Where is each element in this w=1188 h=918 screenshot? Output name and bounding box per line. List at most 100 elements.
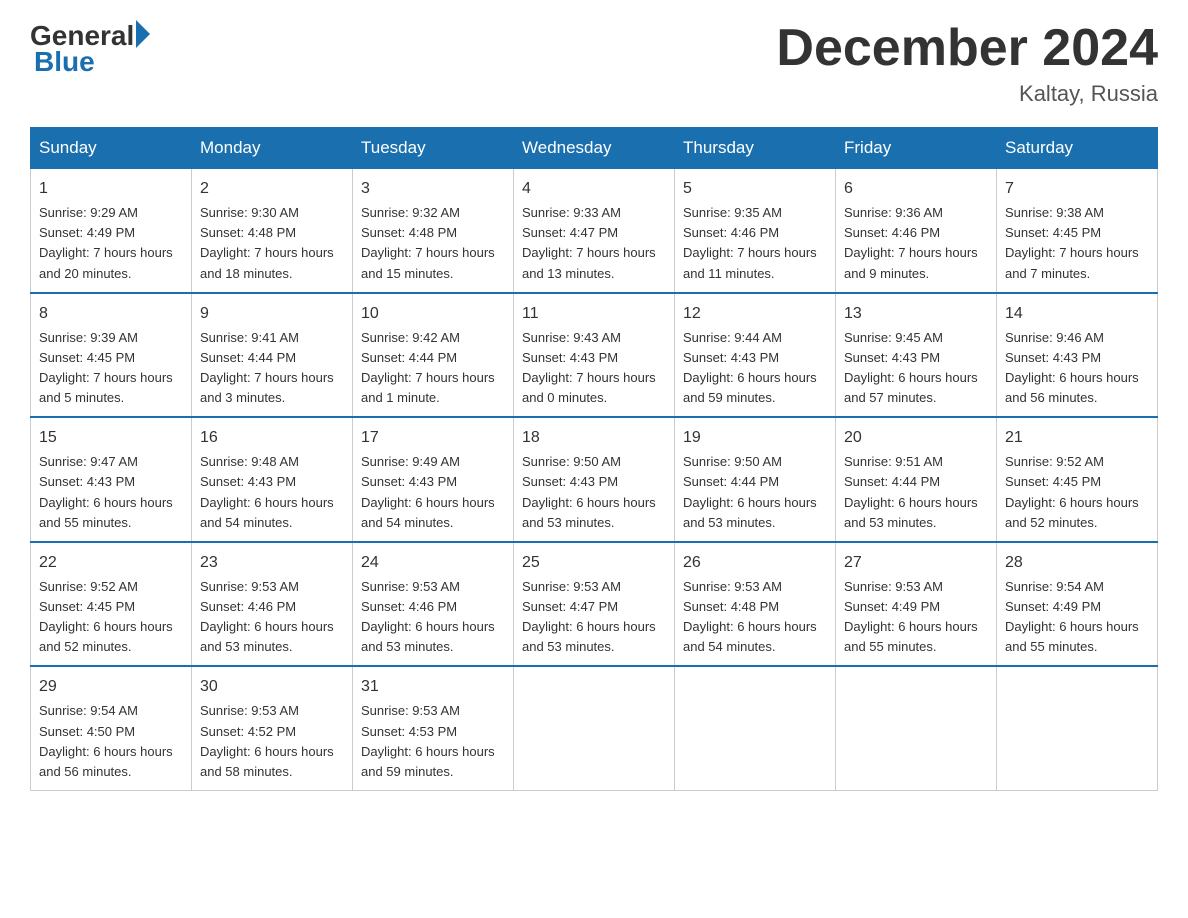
day-number: 27 (844, 551, 988, 575)
day-number: 28 (1005, 551, 1149, 575)
day-info: Sunrise: 9:43 AMSunset: 4:43 PMDaylight:… (522, 328, 666, 409)
calendar-cell: 7Sunrise: 9:38 AMSunset: 4:45 PMDaylight… (997, 169, 1158, 293)
day-info: Sunrise: 9:44 AMSunset: 4:43 PMDaylight:… (683, 328, 827, 409)
calendar-cell (997, 666, 1158, 790)
day-info: Sunrise: 9:52 AMSunset: 4:45 PMDaylight:… (1005, 452, 1149, 533)
day-number: 15 (39, 426, 183, 450)
day-number: 22 (39, 551, 183, 575)
calendar-cell: 18Sunrise: 9:50 AMSunset: 4:43 PMDayligh… (514, 417, 675, 542)
day-info: Sunrise: 9:38 AMSunset: 4:45 PMDaylight:… (1005, 203, 1149, 284)
day-number: 12 (683, 302, 827, 326)
calendar-cell (675, 666, 836, 790)
calendar-cell: 19Sunrise: 9:50 AMSunset: 4:44 PMDayligh… (675, 417, 836, 542)
calendar-cell: 17Sunrise: 9:49 AMSunset: 4:43 PMDayligh… (353, 417, 514, 542)
day-number: 2 (200, 177, 344, 201)
day-info: Sunrise: 9:53 AMSunset: 4:46 PMDaylight:… (361, 577, 505, 658)
day-info: Sunrise: 9:51 AMSunset: 4:44 PMDaylight:… (844, 452, 988, 533)
calendar-cell: 25Sunrise: 9:53 AMSunset: 4:47 PMDayligh… (514, 542, 675, 667)
day-number: 9 (200, 302, 344, 326)
day-number: 1 (39, 177, 183, 201)
day-number: 23 (200, 551, 344, 575)
day-info: Sunrise: 9:46 AMSunset: 4:43 PMDaylight:… (1005, 328, 1149, 409)
day-info: Sunrise: 9:32 AMSunset: 4:48 PMDaylight:… (361, 203, 505, 284)
day-info: Sunrise: 9:53 AMSunset: 4:53 PMDaylight:… (361, 701, 505, 782)
day-info: Sunrise: 9:35 AMSunset: 4:46 PMDaylight:… (683, 203, 827, 284)
day-info: Sunrise: 9:33 AMSunset: 4:47 PMDaylight:… (522, 203, 666, 284)
day-info: Sunrise: 9:53 AMSunset: 4:52 PMDaylight:… (200, 701, 344, 782)
day-info: Sunrise: 9:53 AMSunset: 4:49 PMDaylight:… (844, 577, 988, 658)
day-info: Sunrise: 9:53 AMSunset: 4:48 PMDaylight:… (683, 577, 827, 658)
calendar-cell: 30Sunrise: 9:53 AMSunset: 4:52 PMDayligh… (192, 666, 353, 790)
day-number: 18 (522, 426, 666, 450)
day-number: 8 (39, 302, 183, 326)
calendar-cell: 12Sunrise: 9:44 AMSunset: 4:43 PMDayligh… (675, 293, 836, 418)
day-header-wednesday: Wednesday (514, 128, 675, 169)
day-number: 5 (683, 177, 827, 201)
calendar-week-row: 1Sunrise: 9:29 AMSunset: 4:49 PMDaylight… (31, 169, 1158, 293)
logo-arrow-icon (136, 20, 150, 48)
day-info: Sunrise: 9:29 AMSunset: 4:49 PMDaylight:… (39, 203, 183, 284)
calendar-body: 1Sunrise: 9:29 AMSunset: 4:49 PMDaylight… (31, 169, 1158, 791)
day-number: 29 (39, 675, 183, 699)
calendar-cell: 24Sunrise: 9:53 AMSunset: 4:46 PMDayligh… (353, 542, 514, 667)
day-info: Sunrise: 9:50 AMSunset: 4:44 PMDaylight:… (683, 452, 827, 533)
calendar-table: SundayMondayTuesdayWednesdayThursdayFrid… (30, 127, 1158, 791)
day-header-saturday: Saturday (997, 128, 1158, 169)
day-info: Sunrise: 9:53 AMSunset: 4:47 PMDaylight:… (522, 577, 666, 658)
day-number: 16 (200, 426, 344, 450)
day-number: 17 (361, 426, 505, 450)
calendar-cell: 20Sunrise: 9:51 AMSunset: 4:44 PMDayligh… (836, 417, 997, 542)
calendar-cell: 8Sunrise: 9:39 AMSunset: 4:45 PMDaylight… (31, 293, 192, 418)
calendar-cell: 4Sunrise: 9:33 AMSunset: 4:47 PMDaylight… (514, 169, 675, 293)
day-number: 6 (844, 177, 988, 201)
day-number: 10 (361, 302, 505, 326)
day-number: 30 (200, 675, 344, 699)
day-header-thursday: Thursday (675, 128, 836, 169)
day-info: Sunrise: 9:49 AMSunset: 4:43 PMDaylight:… (361, 452, 505, 533)
day-info: Sunrise: 9:47 AMSunset: 4:43 PMDaylight:… (39, 452, 183, 533)
day-info: Sunrise: 9:54 AMSunset: 4:49 PMDaylight:… (1005, 577, 1149, 658)
calendar-header: SundayMondayTuesdayWednesdayThursdayFrid… (31, 128, 1158, 169)
calendar-cell: 10Sunrise: 9:42 AMSunset: 4:44 PMDayligh… (353, 293, 514, 418)
day-info: Sunrise: 9:48 AMSunset: 4:43 PMDaylight:… (200, 452, 344, 533)
day-number: 7 (1005, 177, 1149, 201)
page-header: General Blue December 2024 Kaltay, Russi… (30, 20, 1158, 107)
calendar-cell: 3Sunrise: 9:32 AMSunset: 4:48 PMDaylight… (353, 169, 514, 293)
day-info: Sunrise: 9:50 AMSunset: 4:43 PMDaylight:… (522, 452, 666, 533)
day-number: 11 (522, 302, 666, 326)
day-info: Sunrise: 9:45 AMSunset: 4:43 PMDaylight:… (844, 328, 988, 409)
calendar-cell: 16Sunrise: 9:48 AMSunset: 4:43 PMDayligh… (192, 417, 353, 542)
logo-blue-text: Blue (34, 46, 150, 78)
calendar-cell: 1Sunrise: 9:29 AMSunset: 4:49 PMDaylight… (31, 169, 192, 293)
day-number: 3 (361, 177, 505, 201)
day-info: Sunrise: 9:42 AMSunset: 4:44 PMDaylight:… (361, 328, 505, 409)
day-number: 26 (683, 551, 827, 575)
location-label: Kaltay, Russia (776, 81, 1158, 107)
calendar-cell: 5Sunrise: 9:35 AMSunset: 4:46 PMDaylight… (675, 169, 836, 293)
calendar-cell: 26Sunrise: 9:53 AMSunset: 4:48 PMDayligh… (675, 542, 836, 667)
calendar-cell: 22Sunrise: 9:52 AMSunset: 4:45 PMDayligh… (31, 542, 192, 667)
logo: General Blue (30, 20, 150, 78)
day-header-tuesday: Tuesday (353, 128, 514, 169)
calendar-cell: 6Sunrise: 9:36 AMSunset: 4:46 PMDaylight… (836, 169, 997, 293)
calendar-week-row: 8Sunrise: 9:39 AMSunset: 4:45 PMDaylight… (31, 293, 1158, 418)
day-info: Sunrise: 9:52 AMSunset: 4:45 PMDaylight:… (39, 577, 183, 658)
day-info: Sunrise: 9:41 AMSunset: 4:44 PMDaylight:… (200, 328, 344, 409)
calendar-week-row: 29Sunrise: 9:54 AMSunset: 4:50 PMDayligh… (31, 666, 1158, 790)
calendar-cell: 28Sunrise: 9:54 AMSunset: 4:49 PMDayligh… (997, 542, 1158, 667)
day-number: 14 (1005, 302, 1149, 326)
day-header-friday: Friday (836, 128, 997, 169)
day-number: 25 (522, 551, 666, 575)
day-number: 24 (361, 551, 505, 575)
day-number: 31 (361, 675, 505, 699)
day-info: Sunrise: 9:54 AMSunset: 4:50 PMDaylight:… (39, 701, 183, 782)
calendar-cell (836, 666, 997, 790)
day-number: 20 (844, 426, 988, 450)
day-number: 13 (844, 302, 988, 326)
day-info: Sunrise: 9:30 AMSunset: 4:48 PMDaylight:… (200, 203, 344, 284)
calendar-cell (514, 666, 675, 790)
day-header-monday: Monday (192, 128, 353, 169)
calendar-cell: 27Sunrise: 9:53 AMSunset: 4:49 PMDayligh… (836, 542, 997, 667)
day-info: Sunrise: 9:36 AMSunset: 4:46 PMDaylight:… (844, 203, 988, 284)
day-number: 19 (683, 426, 827, 450)
